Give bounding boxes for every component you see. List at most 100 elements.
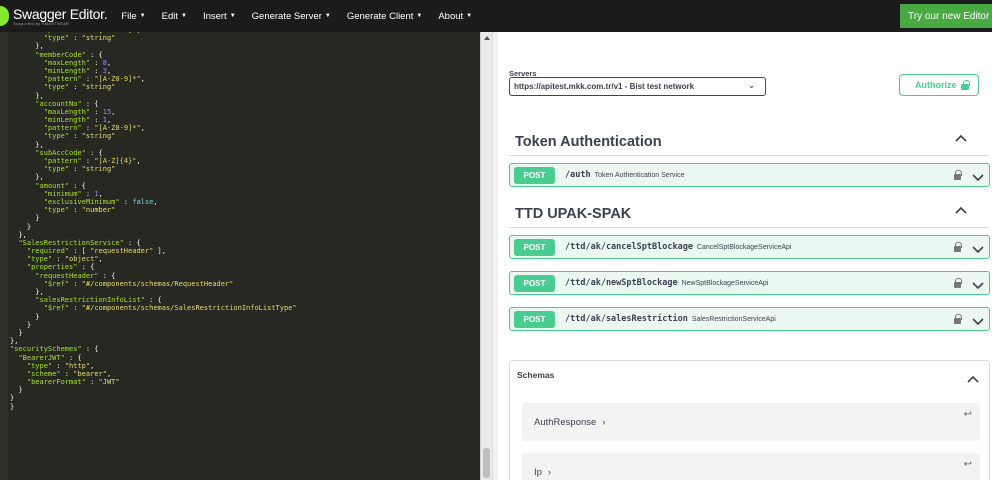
method-badge: POST [514,167,555,184]
editor-gutter [0,32,8,480]
operation-path: /ttd/ak/salesRestriction [565,314,688,324]
chevron-right-icon: › [602,417,606,427]
model-name: Ip [534,467,542,478]
lock-icon [961,80,970,90]
menu-generate-server[interactable]: Generate Server ▼ [252,11,331,22]
code-line: "minimum" : 1, [43,189,103,198]
code-line: "type" : "string" [43,34,116,43]
code-line: "BearerJWT" : { [18,353,82,362]
tag-title: TTD UPAK-SPAK [515,206,632,222]
caret-down-icon: ▼ [229,12,236,19]
operation-path: /auth [565,170,591,180]
operation-post-new-spt-blockage[interactable]: POST /ttd/ak/newSptBlockage NewSptBlockag… [509,271,990,295]
chevron-up-icon [955,134,967,142]
code-line: "maxLength" : 15, [43,107,116,116]
server-select[interactable]: https://apitest.mkk.com.tr/v1 - Bist tes… [509,77,766,96]
lock-icon[interactable] [954,170,962,180]
chevron-right-icon: › [547,467,551,477]
chevron-down-icon[interactable] [972,169,984,187]
server-select-value: https://apitest.mkk.com.tr/v1 - Bist tes… [514,82,695,91]
code-line: "type" : "string" [43,83,116,92]
method-badge: POST [514,311,555,328]
code-line: "type" : "string" [43,132,116,141]
code-line: "minLength" : 1, [43,116,112,125]
caret-down-icon: ▼ [324,12,331,19]
code-line: "subAccCode" : { [35,148,103,157]
authorize-button[interactable]: Authorize [899,74,979,96]
menu-about[interactable]: About ▼ [438,11,472,22]
docs-panel: Servers https://apitest.mkk.com.tr/v1 - … [498,32,992,480]
logo-subtitle: Supported by SMARTBEAR [13,20,70,26]
code-line: "pattern" : "[A-Z0-9]*", [43,75,145,84]
code-line: "salesRestrictionInfoList" : { [35,296,162,305]
try-new-editor-button[interactable]: Try our new Editor ↗ [900,4,992,28]
code-line: "exclusiveMinimum" : false, [43,197,158,206]
code-line: "maxLength" : 8, [43,58,112,67]
operation-summary: SalesRestrictionServiceApi [691,316,776,323]
code-line: "memberCode" : { [35,50,103,59]
lock-icon[interactable] [954,242,962,252]
operation-post-cancel-spt-blockage[interactable]: POST /ttd/ak/cancelSptBlockage CancelSptB… [509,235,990,259]
chevron-down-icon[interactable] [972,313,984,331]
operation-summary: Token Authentication Service [594,172,685,179]
menu-bar: File ▼ Edit ▼ Insert ▼ Generate Server ▼ Gen… [121,11,488,22]
operation-summary: CancelSptBlockageServiceApi [696,244,792,251]
code-line: "type" : "object", [26,255,103,264]
caret-down-icon: ▼ [180,12,187,19]
code-line: } [10,222,32,231]
code-line: "type" : "string" [43,165,116,174]
code-line: "type" : "number" [43,206,116,215]
tag-header-token-authentication[interactable]: Token Authentication [509,128,989,156]
code-editor[interactable]: "pattern" : "[A-Z0-9]", "type" : "string… [0,32,480,480]
code-content[interactable]: "pattern" : "[A-Z0-9]", "type" : "string… [10,32,480,411]
editor-scrollbar[interactable] [480,32,492,480]
menu-edit[interactable]: Edit ▼ [162,11,187,22]
schema-model-ip[interactable]: Ip › ↩ [522,453,980,480]
scroll-thumb[interactable] [483,448,490,478]
return-icon[interactable]: ↩ [964,459,972,470]
logo-title: Swagger Editor. [13,5,108,22]
scroll-up-icon[interactable] [484,36,490,40]
code-line: "SalesRestrictionService" : { [18,238,141,247]
code-line: }, [10,173,44,182]
code-line: "pattern" : "[A-Z]{4}", [43,157,141,165]
chevron-up-icon [955,206,967,214]
code-line: "$ref" : "#/components/schemas/RequestHe… [43,279,234,288]
schemas-title[interactable]: Schemas [517,370,554,380]
operation-post-sales-restriction[interactable]: POST /ttd/ak/salesRestriction SalesRestri… [509,307,990,331]
code-line: } [10,320,32,329]
caret-down-icon: ▼ [139,12,146,19]
chevron-up-icon[interactable] [967,370,979,388]
lock-icon[interactable] [954,278,962,288]
code-line: }, [10,42,44,51]
code-line: } [10,402,15,411]
chevron-down-icon[interactable] [972,277,984,295]
code-line: }, [10,140,44,149]
top-bar: Swagger Editor. Supported by SMARTBEAR F… [0,0,992,32]
code-line: "$ref" : "#/components/schemas/SalesRest… [43,304,297,313]
code-line: "accountNo" : { [35,99,99,108]
operation-post-auth[interactable]: POST /auth Token Authentication Service [509,163,990,187]
operation-path: /ttd/ak/cancelSptBlockage [565,242,693,252]
code-line: "pattern" : "[A-Z0-9]*", [43,124,145,133]
code-line: } [10,214,40,223]
menu-generate-client[interactable]: Generate Client ▼ [347,11,423,22]
code-line: "properties" : { [26,263,95,272]
return-icon[interactable]: ↩ [964,409,972,420]
code-line: "amount" : { [35,181,86,190]
menu-file[interactable]: File ▼ [121,11,145,22]
method-badge: POST [514,239,555,256]
lock-icon[interactable] [954,314,962,324]
operation-summary: NewSptBlockageServiceApi [681,280,769,287]
code-line: }, [10,288,44,296]
code-line: "requestHeader" : { [35,271,116,280]
tag-title: Token Authentication [515,134,662,150]
tag-header-ttd-upak-spak[interactable]: TTD UPAK-SPAK [509,200,989,228]
chevron-down-icon[interactable] [972,241,984,259]
code-line: } [10,312,40,321]
schema-model-auth-response[interactable]: AuthResponse › ↩ [522,403,980,441]
menu-insert[interactable]: Insert ▼ [203,11,236,22]
model-name: AuthResponse [534,417,597,428]
code-line: }, [10,230,27,239]
swagger-logo[interactable]: Swagger Editor. Supported by SMARTBEAR [0,0,108,32]
